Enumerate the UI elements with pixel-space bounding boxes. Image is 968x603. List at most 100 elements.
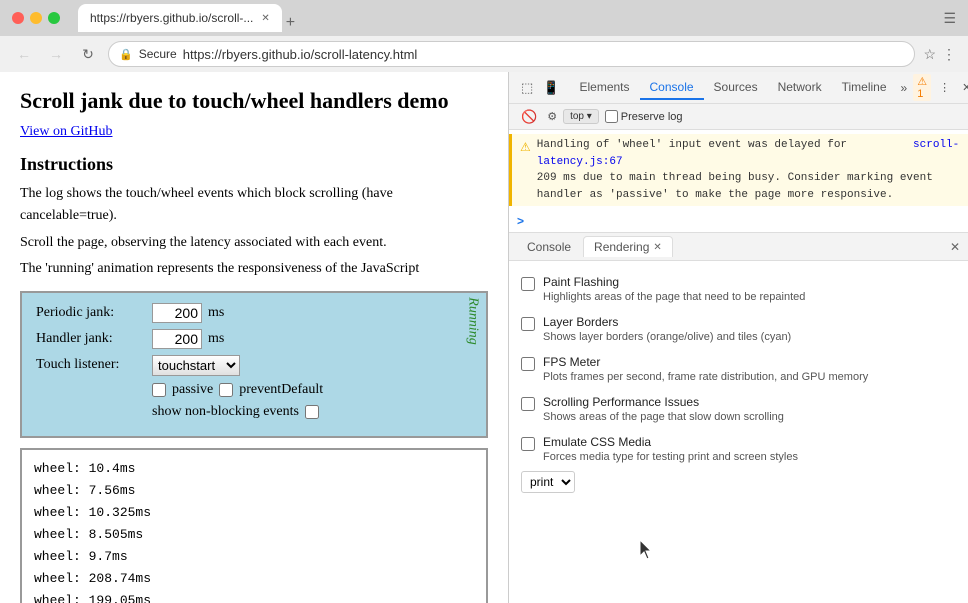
active-tab[interactable]: https://rbyers.github.io/scroll-... ✕: [78, 4, 282, 32]
touch-listener-row: Touch listener: touchstart touchmove: [36, 355, 472, 376]
tab-network[interactable]: Network: [768, 76, 832, 100]
log-entry: wheel: 8.505ms: [34, 524, 474, 546]
bookmark-button[interactable]: ☆: [923, 46, 936, 63]
page-title: Scroll jank due to touch/wheel handlers …: [20, 88, 488, 114]
rendering-item: FPS MeterPlots frames per second, frame …: [509, 349, 968, 389]
passive-checkbox[interactable]: [152, 383, 166, 397]
passive-row: passive preventDefault: [36, 382, 472, 398]
handler-jank-input[interactable]: [152, 329, 202, 349]
rendering-content: Paint FlashingHighlights areas of the pa…: [509, 261, 968, 603]
rendering-item-checkbox[interactable]: [521, 317, 535, 331]
tab-console[interactable]: Console: [640, 76, 704, 100]
console-toolbar: 🚫 ⚙ top ▾ Preserve log: [509, 104, 968, 130]
rendering-item: Emulate CSS MediaForces media type for t…: [509, 429, 968, 469]
preserve-log-label: Preserve log: [621, 111, 683, 123]
log-entry: wheel: 10.4ms: [34, 458, 474, 480]
log-entry: wheel: 208.74ms: [34, 568, 474, 590]
devtools-inspect-button[interactable]: ⬚: [517, 78, 537, 98]
emulate-media-row: print: [509, 471, 968, 493]
rendering-item: Paint FlashingHighlights areas of the pa…: [509, 269, 968, 309]
tab-elements[interactable]: Elements: [569, 76, 639, 100]
show-nonblocking-label: show non-blocking events: [152, 404, 299, 420]
rendering-item-checkbox[interactable]: [521, 357, 535, 371]
rendering-tabs-bar: Console Rendering ✕ ✕: [509, 233, 968, 261]
page-text-3: The 'running' animation represents the r…: [20, 258, 488, 280]
console-clear-button[interactable]: 🚫: [517, 107, 541, 127]
rendering-item-checkbox[interactable]: [521, 277, 535, 291]
tab-area: https://rbyers.github.io/scroll-... ✕ +: [78, 4, 935, 32]
minimize-button[interactable]: [30, 12, 42, 24]
devtools-settings-button[interactable]: ⋮: [935, 79, 954, 96]
maximize-button[interactable]: [48, 12, 60, 24]
handler-jank-label: Handler jank:: [36, 331, 146, 347]
browser-chrome: https://rbyers.github.io/scroll-... ✕ + …: [0, 0, 968, 72]
console-area: 🚫 ⚙ top ▾ Preserve log ⚠ Handling of 'wh…: [509, 104, 968, 233]
periodic-jank-label: Periodic jank:: [36, 305, 146, 321]
console-warning-message: ⚠ Handling of 'wheel' input event was de…: [509, 134, 968, 206]
instructions-heading: Instructions: [20, 154, 488, 175]
new-tab-button[interactable]: +: [286, 14, 295, 32]
devtools-toolbar: ⬚ 📱 Elements Console Sources Network Tim…: [509, 72, 968, 104]
devtools-close-button[interactable]: ✕: [958, 79, 968, 96]
rendering-panel: Console Rendering ✕ ✕ Paint FlashingHigh…: [509, 233, 968, 603]
log-entry: wheel: 199.05ms: [34, 590, 474, 603]
touch-listener-select[interactable]: touchstart touchmove: [152, 355, 240, 376]
running-animation-text: Running: [464, 297, 480, 344]
rendering-item-checkbox[interactable]: [521, 437, 535, 451]
traffic-lights: [12, 12, 60, 24]
preserve-log-checkbox[interactable]: [605, 110, 618, 123]
reload-button[interactable]: ↻: [76, 42, 100, 66]
rendering-tab-close[interactable]: ✕: [653, 242, 661, 253]
console-top-button[interactable]: top ▾: [563, 109, 599, 124]
console-caret: >: [517, 214, 524, 228]
filter-icon: ⚙: [547, 110, 557, 123]
main-area: Scroll jank due to touch/wheel handlers …: [0, 72, 968, 603]
console-preserve-log[interactable]: Preserve log: [605, 110, 683, 123]
handler-jank-unit: ms: [208, 331, 224, 347]
tab-timeline[interactable]: Timeline: [832, 76, 897, 100]
show-nonblocking-row: show non-blocking events: [36, 404, 472, 420]
secure-label: Secure: [139, 47, 177, 61]
omnibar: ← → ↻ 🔒 Secure https://rbyers.github.io/…: [0, 36, 968, 72]
github-link[interactable]: View on GitHub: [20, 124, 488, 140]
rendering-panel-close[interactable]: ✕: [950, 240, 960, 254]
prevent-default-checkbox[interactable]: [219, 383, 233, 397]
title-bar: https://rbyers.github.io/scroll-... ✕ + …: [0, 0, 968, 36]
demo-box: Periodic jank: ms Handler jank: ms Touch…: [20, 291, 488, 438]
devtools-device-button[interactable]: 📱: [539, 78, 563, 98]
devtools-more-tabs[interactable]: »: [897, 77, 912, 99]
more-button[interactable]: ⋮: [942, 46, 956, 63]
back-button[interactable]: ←: [12, 42, 36, 66]
close-button[interactable]: [12, 12, 24, 24]
prevent-default-label: preventDefault: [239, 382, 323, 398]
console-filter-button[interactable]: ⚙: [547, 110, 557, 123]
menu-icon[interactable]: ☰: [943, 10, 956, 27]
show-nonblocking-checkbox[interactable]: [305, 405, 319, 419]
console-message-text: Handling of 'wheel' input event was dela…: [537, 137, 960, 203]
secure-icon: 🔒: [119, 48, 133, 61]
rendering-item-title: Paint Flashing: [543, 275, 805, 289]
address-bar[interactable]: 🔒 Secure https://rbyers.github.io/scroll…: [108, 41, 915, 67]
rendering-item-desc: Forces media type for testing print and …: [543, 451, 798, 463]
forward-button[interactable]: →: [44, 42, 68, 66]
periodic-jank-unit: ms: [208, 305, 224, 321]
console-messages: ⚠ Handling of 'wheel' input event was de…: [509, 130, 968, 210]
periodic-jank-input[interactable]: [152, 303, 202, 323]
tab-rendering[interactable]: Rendering ✕: [583, 236, 673, 257]
tab-close-icon[interactable]: ✕: [261, 13, 269, 24]
tab-title: https://rbyers.github.io/scroll-...: [90, 11, 253, 25]
tab-console-bottom[interactable]: Console: [517, 237, 581, 257]
devtools-right-controls: ⚠ 1 ⋮ ✕: [913, 74, 968, 101]
log-entries: wheel: 10.4mswheel: 7.56mswheel: 10.325m…: [34, 458, 474, 603]
passive-label: passive: [172, 382, 213, 398]
periodic-jank-row: Periodic jank: ms: [36, 303, 472, 323]
tab-sources[interactable]: Sources: [704, 76, 768, 100]
rendering-item-checkbox[interactable]: [521, 397, 535, 411]
devtools-panel: ⬚ 📱 Elements Console Sources Network Tim…: [508, 72, 968, 603]
page-text-1: The log shows the touch/wheel events whi…: [20, 183, 488, 228]
rendering-item-desc: Plots frames per second, frame rate dist…: [543, 371, 868, 383]
console-prompt[interactable]: >: [509, 210, 968, 232]
warning-icon: ⚠: [520, 138, 531, 156]
emulate-media-select[interactable]: print: [521, 471, 575, 493]
page-text-2: Scroll the page, observing the latency a…: [20, 232, 488, 254]
